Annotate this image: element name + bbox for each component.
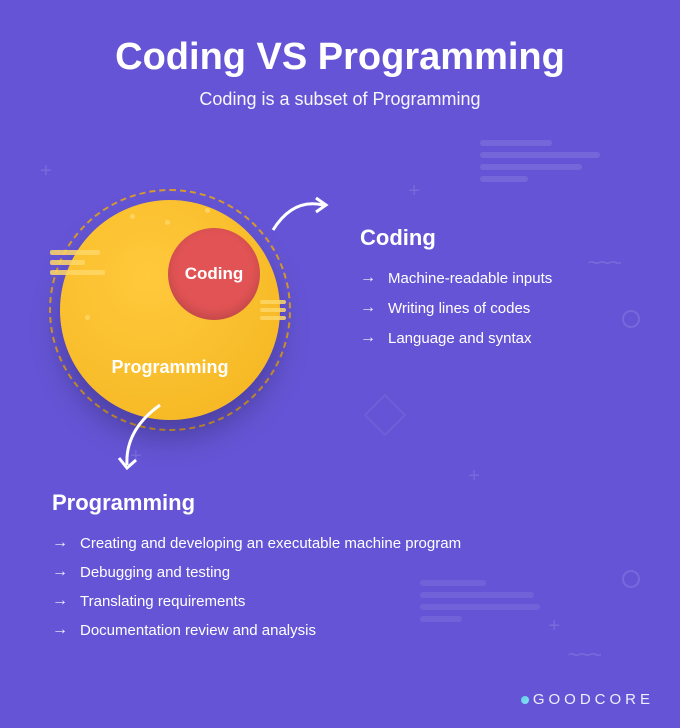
- arrow-right-icon: →: [52, 621, 68, 639]
- bg-ring-icon: [622, 310, 640, 328]
- accent-lines-icon: [50, 250, 100, 280]
- venn-diagram: Coding Programming: [60, 200, 280, 420]
- page-title: Coding VS Programming: [0, 36, 680, 79]
- bg-plus-icon: +: [468, 465, 480, 488]
- list-item-text: Language and syntax: [388, 330, 531, 347]
- list-item: → Machine-readable inputs: [360, 269, 552, 287]
- bg-lines-icon: [480, 140, 600, 188]
- accent-dot-icon: [165, 220, 170, 225]
- list-item: → Documentation review and analysis: [52, 621, 461, 639]
- bg-ring-icon: [622, 570, 640, 588]
- list-item-text: Machine-readable inputs: [388, 270, 552, 287]
- list-item-text: Debugging and testing: [80, 564, 230, 581]
- bg-plus-icon: +: [408, 180, 420, 203]
- bg-cube-icon: [364, 394, 406, 436]
- arrow-right-icon: →: [52, 563, 68, 581]
- arrow-to-coding-icon: [268, 190, 338, 240]
- accent-dot-icon: [130, 214, 135, 219]
- arrow-right-icon: →: [360, 269, 376, 287]
- arrow-right-icon: →: [52, 534, 68, 552]
- list-item: → Translating requirements: [52, 592, 461, 610]
- brand-dot-icon: [521, 696, 529, 704]
- programming-section: Programming → Creating and developing an…: [52, 490, 461, 650]
- arrow-right-icon: →: [360, 329, 376, 347]
- bg-squiggle-icon: ~~~: [587, 250, 620, 276]
- programming-circle: Coding Programming: [60, 200, 280, 420]
- accent-dot-icon: [85, 315, 90, 320]
- coding-circle-label: Coding: [185, 264, 244, 284]
- list-item: → Writing lines of codes: [360, 299, 552, 317]
- list-item-text: Documentation review and analysis: [80, 622, 316, 639]
- accent-lines-icon: [260, 300, 286, 324]
- list-item: → Creating and developing an executable …: [52, 534, 461, 552]
- list-item: → Language and syntax: [360, 329, 552, 347]
- coding-section: Coding → Machine-readable inputs → Writi…: [360, 225, 552, 359]
- list-item-text: Translating requirements: [80, 593, 245, 610]
- arrow-right-icon: →: [360, 299, 376, 317]
- brand-logo: GOODCORE: [521, 691, 654, 708]
- accent-dot-icon: [205, 208, 210, 213]
- programming-heading: Programming: [52, 490, 461, 516]
- list-item-text: Creating and developing an executable ma…: [80, 535, 461, 552]
- arrow-right-icon: →: [52, 592, 68, 610]
- brand-text: GOODCORE: [533, 691, 654, 708]
- page-subtitle: Coding is a subset of Programming: [0, 89, 680, 110]
- bg-squiggle-icon: ~~~: [567, 642, 600, 668]
- coding-circle: Coding: [168, 228, 260, 320]
- arrow-to-programming-icon: [115, 400, 175, 480]
- coding-heading: Coding: [360, 225, 552, 251]
- bg-plus-icon: +: [548, 615, 560, 638]
- list-item: → Debugging and testing: [52, 563, 461, 581]
- list-item-text: Writing lines of codes: [388, 300, 530, 317]
- bg-plus-icon: +: [40, 160, 52, 183]
- programming-circle-label: Programming: [111, 357, 228, 378]
